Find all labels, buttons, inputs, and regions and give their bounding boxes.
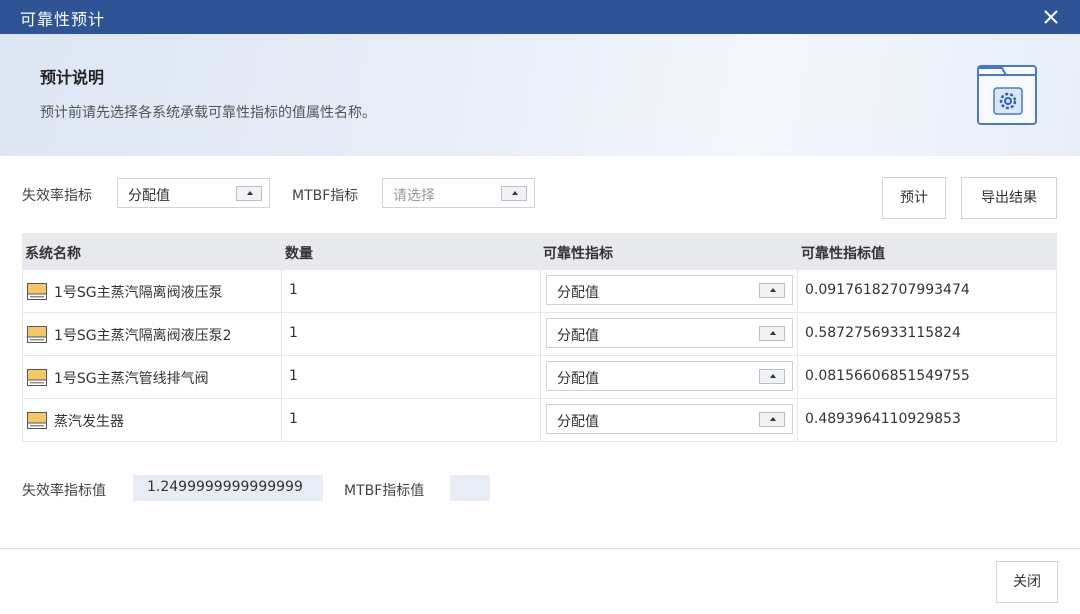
summary-failure-rate-label: 失效率指标值 bbox=[22, 483, 106, 499]
quantity: 1 bbox=[289, 282, 298, 298]
table-row[interactable]: 1号SG主蒸汽管线排气阀 1 分配值 0.08156606851549755 bbox=[22, 356, 1057, 399]
system-icon bbox=[27, 283, 47, 300]
indicator-select-value: 分配值 bbox=[557, 371, 599, 387]
table-row[interactable]: 1号SG主蒸汽隔离阀液压泵 1 分配值 0.09176182707993474 bbox=[22, 270, 1057, 313]
failure-rate-select[interactable]: 分配值 bbox=[117, 178, 270, 208]
system-icon bbox=[27, 326, 47, 343]
predict-button[interactable]: 预计 bbox=[882, 177, 946, 219]
indicator-select[interactable]: 分配值 bbox=[546, 275, 793, 305]
summary-failure-rate-value: 1.2499999999999999 bbox=[133, 475, 323, 501]
header-reliability-indicator: 可靠性指标 bbox=[543, 246, 613, 262]
dropdown-arrow-icon[interactable] bbox=[501, 186, 527, 201]
system-name: 1号SG主蒸汽隔离阀液压泵 bbox=[54, 285, 223, 301]
indicator-select[interactable]: 分配值 bbox=[546, 361, 793, 391]
system-name: 1号SG主蒸汽隔离阀液压泵2 bbox=[54, 328, 232, 344]
summary-mtbf-value bbox=[450, 475, 490, 501]
system-icon bbox=[27, 369, 47, 386]
close-button[interactable]: 关闭 bbox=[996, 561, 1058, 603]
dropdown-arrow-icon[interactable] bbox=[759, 412, 785, 427]
system-icon bbox=[27, 412, 47, 429]
footer-divider bbox=[0, 548, 1080, 549]
indicator-select[interactable]: 分配值 bbox=[546, 318, 793, 348]
systems-table: 系统名称 数量 可靠性指标 可靠性指标值 1号SG主蒸汽隔离阀液压泵 1 分配值… bbox=[22, 233, 1057, 442]
table-header: 系统名称 数量 可靠性指标 可靠性指标值 bbox=[22, 233, 1057, 270]
window-title: 可靠性预计 bbox=[20, 10, 106, 29]
dropdown-arrow-icon[interactable] bbox=[759, 369, 785, 384]
close-icon[interactable] bbox=[1040, 6, 1062, 28]
indicator-select[interactable]: 分配值 bbox=[546, 404, 793, 434]
failure-rate-label: 失效率指标 bbox=[22, 188, 92, 204]
quantity: 1 bbox=[289, 325, 298, 341]
mtbf-select-placeholder: 请选择 bbox=[393, 188, 435, 204]
header-quantity: 数量 bbox=[285, 246, 313, 262]
system-name: 蒸汽发生器 bbox=[54, 414, 124, 430]
indicator-select-value: 分配值 bbox=[557, 285, 599, 301]
banner-heading: 预计说明 bbox=[40, 68, 105, 87]
dropdown-arrow-icon[interactable] bbox=[236, 186, 262, 201]
description-banner: 预计说明 预计前请先选择各系统承载可靠性指标的值属性名称。 bbox=[0, 34, 1080, 156]
table-row[interactable]: 蒸汽发生器 1 分配值 0.4893964110929853 bbox=[22, 399, 1057, 442]
export-results-button[interactable]: 导出结果 bbox=[961, 177, 1057, 219]
window-settings-icon bbox=[976, 64, 1038, 126]
indicator-value: 0.08156606851549755 bbox=[805, 368, 970, 384]
dropdown-arrow-icon[interactable] bbox=[759, 283, 785, 298]
mtbf-label: MTBF指标 bbox=[292, 188, 359, 204]
title-bar: 可靠性预计 bbox=[0, 0, 1080, 34]
indicator-value: 0.09176182707993474 bbox=[805, 282, 970, 298]
indicator-value: 0.4893964110929853 bbox=[805, 411, 961, 427]
indicator-value: 0.5872756933115824 bbox=[805, 325, 961, 341]
table-row[interactable]: 1号SG主蒸汽隔离阀液压泵2 1 分配值 0.5872756933115824 bbox=[22, 313, 1057, 356]
system-name: 1号SG主蒸汽管线排气阀 bbox=[54, 371, 209, 387]
failure-rate-select-value: 分配值 bbox=[128, 188, 170, 204]
summary-mtbf-label: MTBF指标值 bbox=[344, 483, 425, 499]
quantity: 1 bbox=[289, 368, 298, 384]
quantity: 1 bbox=[289, 411, 298, 427]
dropdown-arrow-icon[interactable] bbox=[759, 326, 785, 341]
indicator-select-value: 分配值 bbox=[557, 414, 599, 430]
mtbf-select[interactable]: 请选择 bbox=[382, 178, 535, 208]
header-system-name: 系统名称 bbox=[25, 246, 81, 262]
banner-description: 预计前请先选择各系统承载可靠性指标的值属性名称。 bbox=[40, 105, 376, 121]
indicator-select-value: 分配值 bbox=[557, 328, 599, 344]
header-reliability-value: 可靠性指标值 bbox=[801, 246, 885, 262]
